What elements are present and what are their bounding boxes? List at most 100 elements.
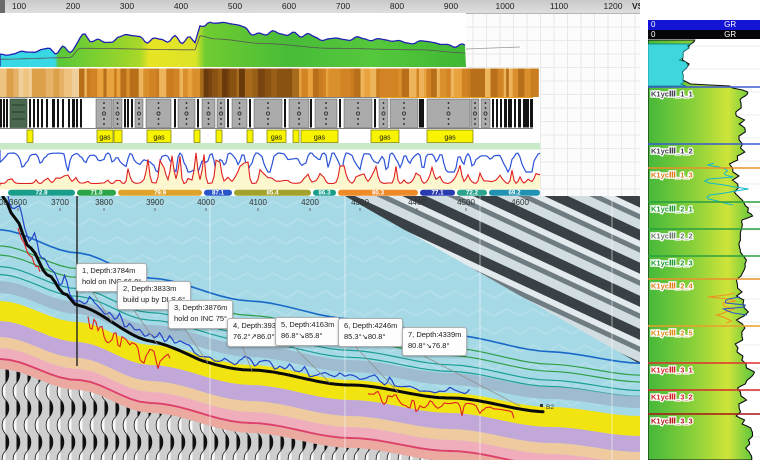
gas-show-box: gas [97,130,113,143]
annotation-depth: 1, Depth:3784m [82,266,141,277]
lithology-block [124,99,126,128]
annotation-depth: 7, Depth:4339m [408,330,461,341]
lithology-block [471,99,479,128]
md-ruler-tick: 3800 [95,198,113,207]
lithology-block [481,99,490,128]
annotation-detail: 85.3°↘80.8° [344,332,397,343]
vs-ruler-tick: 600 [282,1,296,11]
lithology-block [523,99,529,128]
lithology-block [227,99,229,128]
formation-top-label: K1ycⅢ_1_2 [651,147,693,156]
lithology-block [530,99,533,128]
trajectory-annotation[interactable]: 6, Depth:4246m85.3°↘80.8° [338,318,403,347]
lithology-block [315,99,337,128]
formation-top-label: K1ycⅢ_2_5 [651,329,693,338]
md-ruler-tick: 4000 [197,198,215,207]
lithology-block [146,99,171,128]
lithology-block [419,99,424,128]
vs-ruler-tick: 1100 [550,1,568,11]
vs-ruler-tick: 100 [12,1,26,11]
lithology-block [33,99,35,128]
vs-ruler: VS 1002003004005006007008009001000110012… [0,0,648,14]
lithology-block [174,99,176,128]
lithology-block [6,99,8,128]
lithology-block [37,99,39,128]
md-ruler-tick: 4200 [301,198,319,207]
formation-top-label: K1ycⅢ_2_4 [651,282,694,291]
gas-show-box: gas [371,130,399,143]
lithology-block [41,99,43,128]
md-ruler-tick: 3600 [9,198,27,207]
gas-show-box [247,130,253,143]
lithology-block [217,99,225,128]
lithology-block [76,99,78,128]
vs-ruler-tick: 800 [390,1,404,11]
md-ruler-tick: 3500 [0,198,8,207]
lithology-block [197,99,199,128]
lithology-block [374,99,376,128]
geosteering-app: VS 1002003004005006007008009001000110012… [0,0,760,460]
formation-top-label: K1ycⅢ_1_1 [651,90,693,99]
lithology-block [72,99,75,128]
lithology-block [492,99,494,128]
vs-ruler-tick: 200 [66,1,80,11]
log-tracks-panel[interactable]: gasgasgasgasgasgas72.871.079.987.185.486… [0,13,648,196]
lithology-block [29,99,31,128]
annotation-depth: 5, Depth:4163m [281,320,334,331]
annotation-detail: 80.8°↘76.8° [408,341,461,352]
lithology-block [46,99,48,128]
lithology-block [344,99,372,128]
annotation-depth: 6, Depth:4246m [344,321,397,332]
formation-top-label: K1ycⅢ_2_3 [651,259,693,268]
lithology-block [518,99,521,128]
svg-text:gas: gas [379,135,391,142]
trajectory-annotation[interactable]: 7, Depth:4339m80.8°↘76.8° [402,327,467,356]
lithology-block [202,99,215,128]
formation-top-label: K1ycⅢ_3_2 [651,393,693,402]
lithology-block [254,99,282,128]
svg-text:gas: gas [314,135,326,142]
lithology-block [496,99,498,128]
svg-text:gas: gas [99,135,111,142]
vs-ruler-tick: 900 [444,1,458,11]
vs-ruler-tick: 1000 [496,1,515,11]
md-ruler-tick: 3900 [146,198,164,207]
trajectory-annotation[interactable]: 5, Depth:4163m86.8°↘85.8° [275,317,340,346]
gas-show-box [293,130,299,143]
lithology-block [68,99,70,128]
lithology-block [504,99,507,128]
lithology-block [284,99,286,128]
lithology-block [113,99,122,128]
lithology-block [508,99,512,128]
lithology-block [10,99,27,128]
ruler-corner [0,0,5,13]
vs-ruler-tick: 300 [120,1,134,11]
formation-top-label: K1ycⅢ_3_1 [651,366,693,375]
lithology-block [131,99,133,128]
vs-ruler-tick: 1200 [604,1,623,11]
md-ruler-tick: 4600 [511,198,529,207]
lithology-block [390,99,418,128]
md-ruler-tick: 4100 [249,198,267,207]
lithology-block [379,99,388,128]
lithology-block [500,99,502,128]
gas-show-box [114,130,122,143]
gas-show-box: gas [147,130,171,143]
md-ruler-tick: 4400 [408,198,426,207]
formation-top-label: K1ycⅢ_3_3 [651,417,693,426]
trajectory-annotation[interactable]: 3, Depth:3876mhold on INC 75° [168,300,233,329]
target-point-label: B2 [546,404,554,411]
gr-correlation-panel[interactable]: 0 GR 0 GR K1ycⅢ_1_1K1ycⅢ_1_2K1ycⅢ_1_3K1y… [648,0,760,460]
gr-log-plot: K1ycⅢ_1_1K1ycⅢ_1_2K1ycⅢ_1_3K1ycⅢ_2_1K1yc… [648,0,760,460]
vs-ruler-tick: 700 [336,1,350,11]
formation-top-label: K1ycⅢ_1_3 [651,171,693,180]
gas-show-box [216,130,222,143]
vs-ruler-tick: 400 [174,1,188,11]
annotation-depth: 3, Depth:3876m [174,303,227,314]
lithology-block [52,99,55,128]
lithology-block [289,99,309,128]
lithology-block [178,99,195,128]
formation-top-label: K1ycⅢ_2_2 [651,232,693,241]
annotation-depth: 2, Depth:3833m [123,284,185,295]
lithology-block [3,99,5,128]
